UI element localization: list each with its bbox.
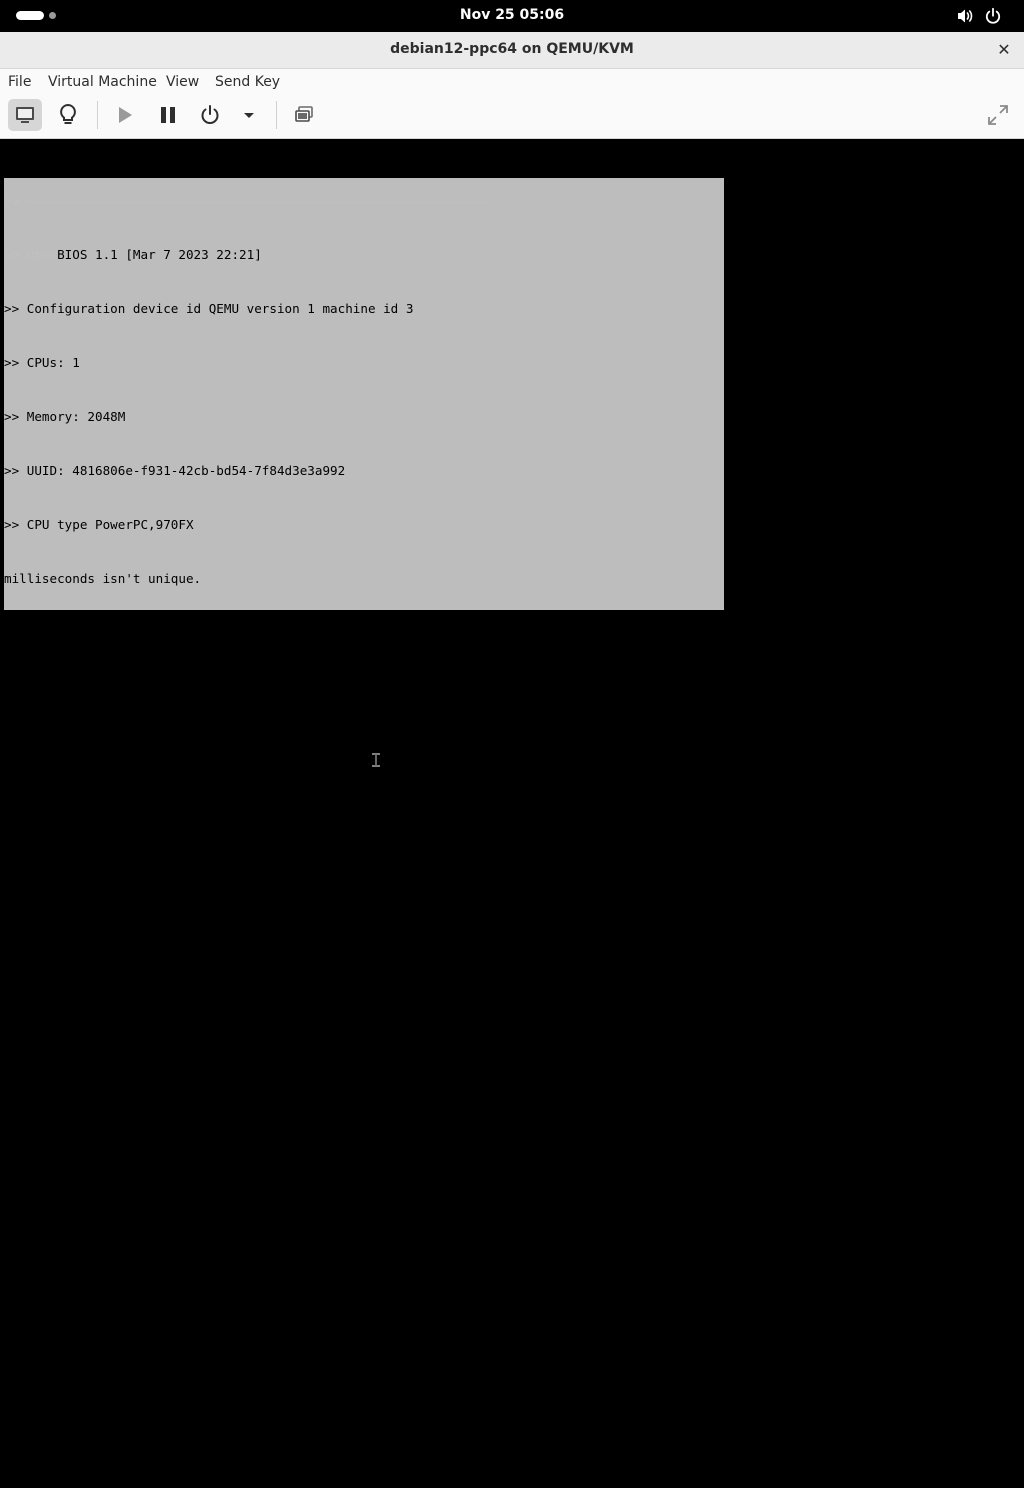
console-prompt-line[interactable]: 0 >	[4, 1434, 611, 1452]
console-line: >> CPUs: 1	[4, 355, 80, 370]
volume-icon[interactable]	[956, 7, 974, 25]
menu-view[interactable]: View	[166, 74, 199, 90]
snapshots-button[interactable]	[287, 99, 321, 131]
console-prompt: 0 >	[4, 1435, 35, 1450]
play-icon	[119, 107, 132, 123]
pause-button[interactable]	[151, 99, 185, 131]
fullscreen-button[interactable]	[981, 99, 1015, 131]
console-line: No valid state has been set by load or i…	[4, 1327, 391, 1342]
details-view-button[interactable]	[51, 99, 85, 131]
chevron-down-icon	[244, 113, 254, 118]
text-cursor	[34, 1435, 43, 1451]
menu-bar: File Virtual Machine View Send Key	[0, 69, 1024, 95]
snapshots-icon	[295, 106, 313, 122]
console-line: .	[4, 1057, 12, 1072]
vm-console-display[interactable]: >> =====================================…	[0, 139, 1024, 1451]
console-line: Trying HALT:,\\:tbxi...	[4, 1165, 179, 1180]
console-view-button[interactable]	[8, 99, 42, 131]
power-icon	[201, 105, 219, 124]
console-icon	[16, 107, 34, 123]
console-line: Trying HALT:,\ppc\bootinfo.txt...	[4, 1219, 255, 1234]
console-line: Trying /u3-agp-pcihost@00000000f0800000/…	[4, 787, 611, 802]
shutdown-menu-button[interactable]	[233, 99, 265, 131]
console-line: Trying /u3-agp-pcihost@00000000f0800000/…	[4, 895, 535, 910]
window-title: debian12-ppc64 on QEMU/KVM	[390, 41, 634, 57]
window-titlebar[interactable]: debian12-ppc64 on QEMU/KVM ✕	[0, 32, 1024, 69]
power-icon[interactable]	[984, 7, 1002, 25]
menu-send-key[interactable]: Send Key	[215, 74, 280, 90]
console-line: milliseconds isn't unique.	[4, 571, 202, 586]
lightbulb-icon	[60, 103, 76, 124]
console-line: >> OpenBIOS 1.1 [Mar 7 2023 22:21]	[4, 247, 262, 262]
toolbar-separator	[97, 101, 98, 129]
console-line: >> CPU type PowerPC,970FX	[4, 517, 194, 532]
console-line: Trying /u3-agp-pcihost@00000000f0800000/…	[4, 949, 543, 964]
system-top-bar: Nov 25 05:06	[0, 0, 1024, 32]
vm-viewer-window: debian12-ppc64 on QEMU/KVM ✕ File Virtua…	[0, 32, 1024, 1451]
toolbar-separator	[276, 101, 277, 129]
console-line: ..	[4, 841, 20, 856]
console-line: Trying /u3-agp-pcihost@00000000f0800000/…	[4, 1003, 611, 1018]
console-output: >> =====================================…	[4, 156, 611, 1488]
shutdown-button[interactable]	[193, 99, 227, 131]
console-line: Output device screen not found.	[4, 679, 240, 694]
console-line: Trying HALT:,%BOOT...	[4, 1273, 164, 1288]
run-button[interactable]	[108, 99, 142, 131]
console-line: >> Memory: 2048M	[4, 409, 126, 424]
clock[interactable]: Nov 25 05:06	[0, 7, 1024, 23]
system-tray[interactable]	[950, 7, 1010, 25]
console-line: >> Configuration device id QEMU version …	[4, 301, 414, 316]
menu-virtual-machine[interactable]: Virtual Machine	[48, 74, 157, 90]
toolbar	[0, 95, 1024, 139]
fullscreen-icon	[988, 105, 1008, 125]
console-line: >> =====================================…	[4, 193, 490, 208]
close-icon[interactable]: ✕	[994, 40, 1014, 60]
console-line: Output device screen not found.	[4, 625, 240, 640]
console-line: Trying /u3-agp-pcihost@00000000f0800000/…	[4, 1111, 528, 1126]
pause-icon	[161, 107, 175, 123]
console-line: >> UUID: 4816806e-f931-42cb-bd54-7f84d3e…	[4, 463, 346, 478]
menu-file[interactable]: File	[8, 74, 31, 90]
console-line: Trying /u3-agp-pcihost@00000000f0800000/…	[4, 733, 550, 748]
ibeam-cursor-icon	[372, 753, 380, 767]
